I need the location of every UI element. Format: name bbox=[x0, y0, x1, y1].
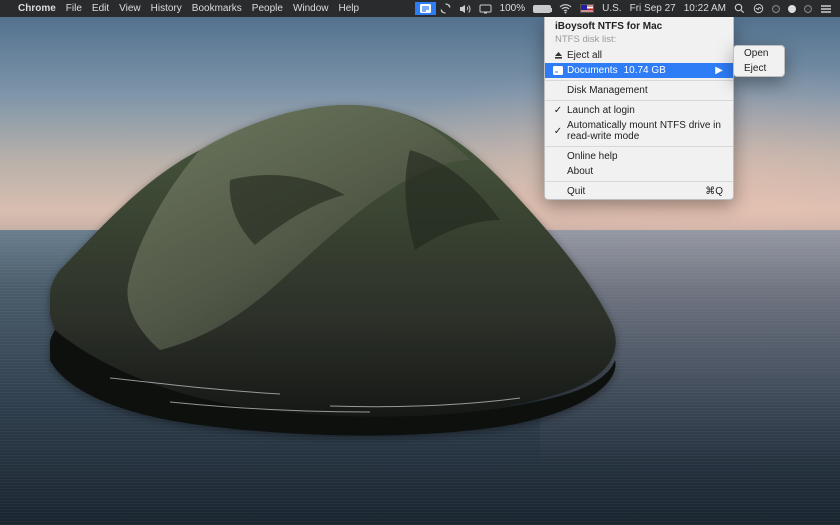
input-flag-icon[interactable] bbox=[580, 4, 594, 13]
divider bbox=[545, 80, 733, 81]
spotlight-icon[interactable] bbox=[734, 3, 745, 14]
submenu-eject[interactable]: Eject bbox=[734, 61, 784, 76]
iboysoft-dropdown: iBoysoft NTFS for Mac NTFS disk list: Ej… bbox=[544, 17, 734, 200]
battery-icon[interactable] bbox=[533, 5, 551, 13]
dropdown-about[interactable]: About bbox=[545, 164, 733, 179]
menu-edit[interactable]: Edit bbox=[92, 3, 109, 14]
menu-window[interactable]: Window bbox=[293, 3, 329, 14]
launch-login-label: Launch at login bbox=[567, 105, 635, 116]
quit-shortcut: ⌘Q bbox=[705, 186, 723, 197]
dropdown-launch-at-login[interactable]: ✓ Launch at login bbox=[545, 103, 733, 118]
menu-view[interactable]: View bbox=[119, 3, 141, 14]
submenu-eject-label: Eject bbox=[744, 63, 766, 74]
dropdown-eject-all[interactable]: Eject all bbox=[545, 48, 733, 63]
app-menu[interactable]: Chrome bbox=[18, 3, 56, 14]
input-source-label[interactable]: U.S. bbox=[602, 3, 621, 14]
sync-icon[interactable] bbox=[440, 3, 451, 14]
disk-name-label: Documents bbox=[567, 65, 618, 76]
divider bbox=[545, 146, 733, 147]
iboysoft-menubar-icon[interactable] bbox=[415, 2, 436, 15]
submenu-open-label: Open bbox=[744, 48, 768, 59]
desktop: Chrome File Edit View History Bookmarks … bbox=[0, 0, 840, 525]
quit-label: Quit bbox=[567, 186, 585, 197]
online-help-label: Online help bbox=[567, 151, 618, 162]
dropdown-subtitle: NTFS disk list: bbox=[545, 34, 733, 48]
auto-mount-label: Automatically mount NTFS drive in read-w… bbox=[567, 120, 723, 142]
notification-center-icon[interactable] bbox=[820, 4, 832, 14]
check-icon: ✓ bbox=[553, 126, 563, 137]
menu-help[interactable]: Help bbox=[339, 3, 360, 14]
status-dot-3[interactable] bbox=[804, 5, 812, 13]
disk-submenu: Open Eject bbox=[733, 45, 785, 77]
dropdown-quit[interactable]: Quit ⌘Q bbox=[545, 184, 733, 199]
menubar-date[interactable]: Fri Sep 27 bbox=[630, 3, 676, 14]
eject-all-label: Eject all bbox=[567, 50, 602, 61]
eject-icon bbox=[553, 51, 563, 60]
disk-size-label: 10.74 GB bbox=[624, 65, 666, 76]
battery-percent[interactable]: 100% bbox=[500, 3, 526, 14]
siri-icon[interactable] bbox=[753, 3, 764, 14]
volume-icon[interactable] bbox=[459, 4, 471, 14]
status-dot-2[interactable] bbox=[788, 5, 796, 13]
check-icon: ✓ bbox=[553, 105, 563, 116]
disk-mgmt-label: Disk Management bbox=[567, 85, 648, 96]
dropdown-title: iBoysoft NTFS for Mac bbox=[545, 17, 733, 34]
submenu-arrow-icon: ▶ bbox=[715, 65, 723, 76]
submenu-open[interactable]: Open bbox=[734, 46, 784, 61]
display-icon[interactable] bbox=[479, 4, 492, 14]
dropdown-disk-management[interactable]: Disk Management bbox=[545, 83, 733, 98]
menu-people[interactable]: People bbox=[252, 3, 283, 14]
divider bbox=[545, 181, 733, 182]
status-dot-1[interactable] bbox=[772, 5, 780, 13]
dropdown-auto-mount[interactable]: ✓ Automatically mount NTFS drive in read… bbox=[545, 118, 733, 144]
divider bbox=[545, 100, 733, 101]
menu-file[interactable]: File bbox=[66, 3, 82, 14]
menu-history[interactable]: History bbox=[151, 3, 182, 14]
dropdown-online-help[interactable]: Online help bbox=[545, 149, 733, 164]
menubar-time[interactable]: 10:22 AM bbox=[684, 3, 726, 14]
wifi-icon[interactable] bbox=[559, 4, 572, 14]
dropdown-disk-documents[interactable]: Documents 10.74 GB ▶ bbox=[545, 63, 733, 78]
menubar: Chrome File Edit View History Bookmarks … bbox=[0, 0, 840, 17]
menu-bookmarks[interactable]: Bookmarks bbox=[192, 3, 242, 14]
about-label: About bbox=[567, 166, 593, 177]
disk-icon bbox=[553, 66, 563, 75]
